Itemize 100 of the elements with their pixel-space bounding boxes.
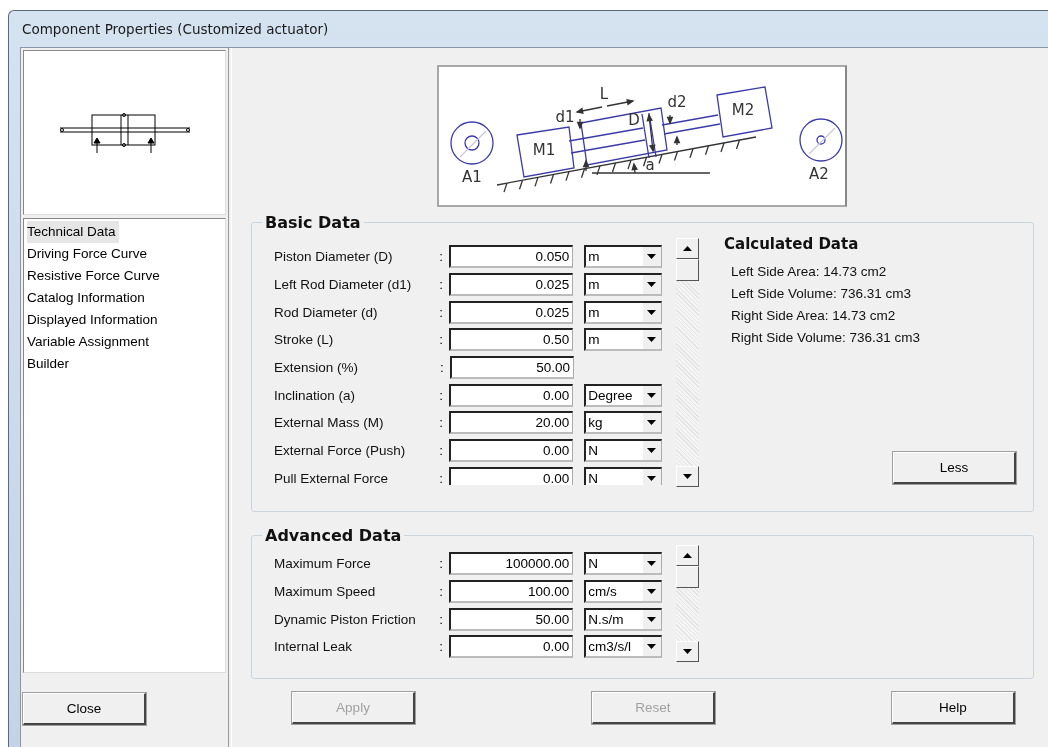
- nav-item[interactable]: Technical Data: [27, 221, 119, 243]
- diagram-label: L: [599, 85, 609, 103]
- value-field[interactable]: 100.00: [449, 580, 574, 604]
- unit-dropdown[interactable]: kg: [584, 411, 662, 435]
- colon: :: [439, 332, 445, 348]
- unit-dropdown[interactable]: m: [584, 245, 662, 269]
- value-field[interactable]: 50.00: [450, 356, 574, 380]
- caret-icon: [647, 589, 657, 595]
- colon: :: [439, 387, 445, 403]
- unit-dropdown[interactable]: m: [584, 300, 662, 324]
- down-arrow-icon: [683, 649, 692, 654]
- nav-item[interactable]: Driving Force Curve: [27, 243, 151, 265]
- unit-dropdown[interactable]: N: [584, 552, 662, 576]
- window-title: Component Properties (Customized actuator): [21, 20, 330, 39]
- field-label: Stroke (L): [274, 332, 335, 348]
- up-arrow-icon: [683, 246, 692, 251]
- colon: :: [439, 443, 445, 459]
- field-label: Dynamic Piston Friction: [274, 611, 417, 627]
- caret-icon: [647, 254, 657, 260]
- unit-dropdown[interactable]: N: [584, 466, 662, 485]
- caret-icon: [647, 392, 657, 398]
- unit-dropdown[interactable]: Degree: [584, 383, 662, 407]
- caret-icon: [647, 475, 657, 481]
- unit-dropdown[interactable]: cm3/s/l: [584, 635, 662, 659]
- colon: :: [439, 249, 445, 265]
- value-field[interactable]: 0.00: [449, 466, 574, 485]
- nav-item[interactable]: Catalog Information: [27, 287, 148, 309]
- field-label: Piston Diameter (D): [274, 249, 394, 265]
- calculated-value: Left Side Volume: 736.31 cm3: [730, 285, 913, 303]
- nav-item[interactable]: Resistive Force Curve: [27, 265, 163, 287]
- close-button[interactable]: Close: [23, 693, 146, 725]
- help-button[interactable]: Help: [892, 692, 1015, 724]
- value-field[interactable]: 20.00: [449, 411, 574, 435]
- value-field[interactable]: 0.00: [449, 439, 574, 463]
- scroll-down-button[interactable]: [676, 641, 699, 662]
- colon: :: [439, 470, 445, 485]
- scroll-up-button[interactable]: [676, 545, 699, 566]
- caret-icon: [647, 420, 657, 426]
- diagram-label: M2: [731, 101, 755, 119]
- field-label: Maximum Force: [274, 556, 372, 572]
- diagram-label: A1: [462, 168, 482, 186]
- diagram-label: M1: [532, 141, 556, 159]
- scroll-down-button[interactable]: [676, 466, 699, 487]
- colon: :: [439, 584, 445, 600]
- field-label: External Force (Push): [274, 443, 407, 459]
- diagram-label: a: [645, 156, 655, 174]
- value-field[interactable]: 0.025: [449, 300, 574, 324]
- caret-icon: [647, 616, 657, 622]
- value-field[interactable]: 100000.00: [449, 552, 574, 576]
- scrollbar[interactable]: [676, 238, 699, 487]
- nav-item[interactable]: Displayed Information: [27, 309, 161, 331]
- colon: :: [439, 639, 445, 655]
- scrollbar[interactable]: [676, 545, 699, 662]
- calculated-value: Right Side Volume: 736.31 cm3: [730, 329, 922, 347]
- unit-dropdown[interactable]: N: [584, 439, 662, 463]
- caret-icon: [647, 282, 657, 288]
- caret-icon: [647, 309, 657, 315]
- colon: :: [439, 277, 445, 293]
- caret-icon: [647, 561, 657, 567]
- field-label: Maximum Speed: [274, 584, 377, 600]
- unit-dropdown[interactable]: N.s/m: [584, 607, 662, 631]
- nav-item[interactable]: Variable Assignment: [27, 331, 153, 353]
- value-field[interactable]: 0.00: [449, 383, 574, 407]
- value-field[interactable]: 0.025: [449, 273, 574, 297]
- colon: :: [439, 415, 445, 431]
- field-label: Internal Leak: [274, 639, 354, 655]
- field-label: Pull External Force: [274, 470, 390, 485]
- value-field[interactable]: 50.00: [449, 607, 574, 631]
- calculated-value: Right Side Area: 14.73 cm2: [730, 307, 897, 325]
- unit-dropdown[interactable]: m: [584, 273, 662, 297]
- value-field[interactable]: 0.00: [449, 635, 574, 659]
- less-button[interactable]: Less: [893, 452, 1016, 484]
- section-title: Calculated Data: [724, 235, 860, 253]
- field-label: Rod Diameter (d): [274, 304, 379, 320]
- field-label: Extension (%): [274, 360, 360, 376]
- diagram-label: d1: [555, 108, 575, 126]
- group-title: Advanced Data: [264, 526, 403, 545]
- down-arrow-icon: [683, 474, 692, 479]
- nav-item[interactable]: Builder: [27, 353, 73, 375]
- field-label: External Mass (M): [274, 415, 385, 431]
- cylinder-symbol-icon: [57, 111, 192, 154]
- diagram-label: d2: [667, 93, 687, 111]
- colon: :: [439, 556, 445, 572]
- value-field[interactable]: 0.050: [449, 245, 574, 269]
- colon: :: [440, 360, 445, 376]
- scroll-up-button[interactable]: [676, 238, 699, 259]
- diagram-label: A2: [809, 165, 829, 183]
- group-title: Basic Data: [264, 213, 362, 232]
- colon: :: [439, 304, 445, 320]
- unit-dropdown[interactable]: cm/s: [584, 580, 662, 604]
- scroll-thumb[interactable]: [676, 566, 699, 588]
- colon: :: [439, 611, 445, 627]
- caret-icon: [647, 448, 657, 454]
- caret-icon: [647, 644, 657, 650]
- caret-icon: [647, 337, 657, 343]
- value-field[interactable]: 0.50: [449, 328, 574, 352]
- unit-dropdown[interactable]: m: [584, 328, 662, 352]
- calculated-value: Left Side Area: 14.73 cm2: [730, 263, 888, 281]
- scroll-thumb[interactable]: [676, 259, 699, 281]
- field-label: Left Rod Diameter (d1): [274, 277, 413, 293]
